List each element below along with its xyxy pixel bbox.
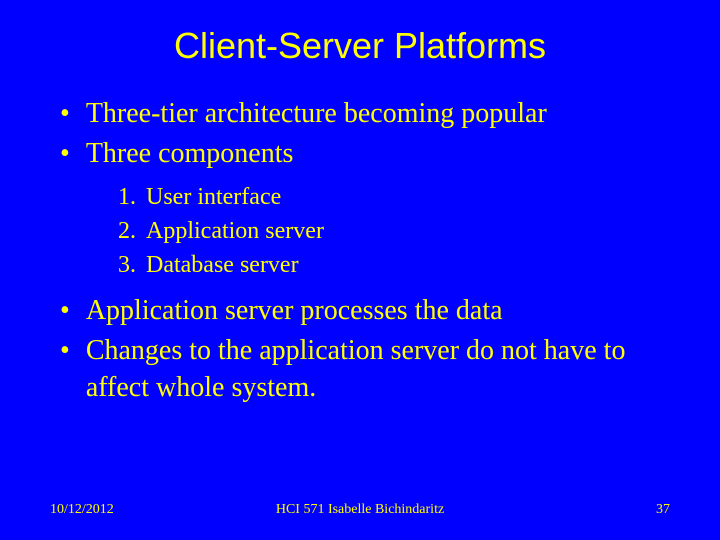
numbered-text: Application server [146, 215, 324, 247]
numbered-item: 1. User interface [118, 181, 670, 213]
bullet-text: Application server processes the data [86, 292, 670, 330]
slide-footer: 10/12/2012 HCI 571 Isabelle Bichindaritz… [0, 502, 720, 518]
numbered-item: 3. Database server [118, 249, 670, 281]
bullet-text: Three-tier architecture becoming popular [86, 95, 670, 133]
numbered-list: 1. User interface 2. Application server … [50, 181, 670, 282]
slide-title: Client-Server Platforms [50, 25, 670, 67]
number-marker: 3. [118, 249, 136, 281]
footer-center: HCI 571 Isabelle Bichindaritz [276, 502, 444, 518]
bullet-marker: • [60, 95, 70, 133]
bullet-marker: • [60, 332, 70, 370]
bullet-item: • Application server processes the data [50, 292, 670, 330]
slide: Client-Server Platforms • Three-tier arc… [0, 0, 720, 540]
bullet-text: Three components [86, 135, 670, 173]
bullet-marker: • [60, 292, 70, 330]
numbered-text: User interface [146, 181, 281, 213]
number-marker: 1. [118, 181, 136, 213]
numbered-text: Database server [146, 249, 299, 281]
bullet-text: Changes to the application server do not… [86, 332, 670, 408]
number-marker: 2. [118, 215, 136, 247]
bullet-item: • Three components [50, 135, 670, 173]
footer-page-number: 37 [656, 502, 670, 518]
bullet-item: • Changes to the application server do n… [50, 332, 670, 408]
numbered-item: 2. Application server [118, 215, 670, 247]
bullet-marker: • [60, 135, 70, 173]
footer-date: 10/12/2012 [50, 502, 114, 518]
slide-content: • Three-tier architecture becoming popul… [50, 95, 670, 407]
bullet-item: • Three-tier architecture becoming popul… [50, 95, 670, 133]
